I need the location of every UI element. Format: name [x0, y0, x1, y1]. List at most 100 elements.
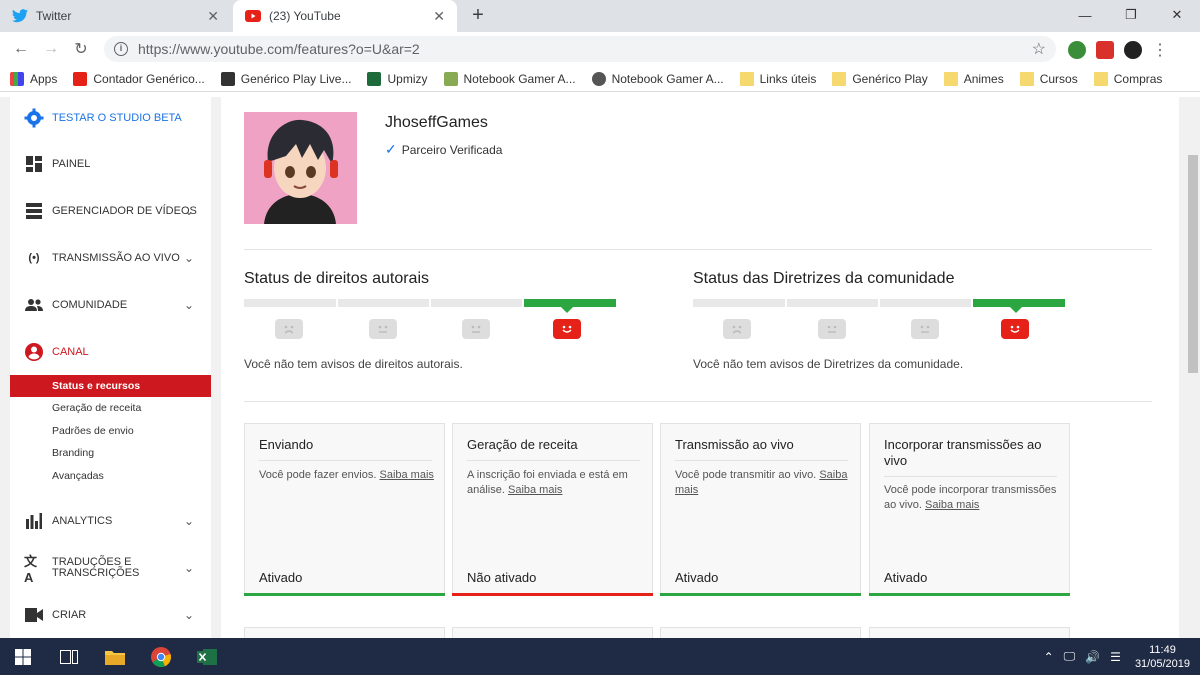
bookmark-folder[interactable]: Genérico Play — [832, 71, 928, 86]
sidebar-item-studio-beta[interactable]: TESTAR O STUDIO BETA — [10, 103, 211, 133]
learn-more-link[interactable]: Saiba mais — [925, 499, 979, 511]
tab-label: Twitter — [36, 9, 72, 23]
youtube-icon — [245, 8, 261, 24]
back-arrow-icon[interactable]: ← — [6, 34, 36, 64]
sidebar-item-criar[interactable]: CRIAR ⌄ — [10, 600, 211, 630]
card-description: Você pode incorporar transmissões ao viv… — [884, 483, 1062, 513]
strike-bar-segment — [338, 299, 429, 307]
sidebar-subitem-geracao[interactable]: Geração de receita — [10, 397, 211, 419]
tab-label: (23) YouTube — [269, 9, 341, 23]
sidebar-subitem-padroes[interactable]: Padrões de envio — [10, 420, 211, 442]
windows-start-icon[interactable] — [0, 638, 46, 675]
bookmark-star-icon[interactable]: ☆ — [1032, 39, 1046, 59]
channel-name[interactable]: JhoseffGames — [385, 114, 488, 132]
restore-icon[interactable]: ❐ — [1108, 0, 1154, 30]
sidebar-subitem-avancadas[interactable]: Avançadas — [10, 465, 211, 487]
close-tab-icon[interactable]: ✕ — [207, 8, 219, 25]
twitter-icon — [12, 8, 28, 24]
sidebar-subitem-label: Status e recursos — [52, 380, 141, 392]
sidebar-item-comunidade[interactable]: COMUNIDADE ⌄ — [10, 290, 211, 320]
site-favicon-icon — [443, 71, 458, 86]
bookmark-item[interactable]: Upmizy — [367, 71, 428, 86]
chrome-icon[interactable] — [138, 638, 184, 675]
globe-icon — [591, 71, 606, 86]
sidebar-item-label: PAINEL — [52, 158, 91, 170]
extension-tb-icon[interactable] — [1096, 41, 1114, 59]
menu-dots-icon[interactable]: ⋮ — [1152, 40, 1168, 60]
profile-avatar-icon[interactable] — [1124, 41, 1142, 59]
copyright-status-note: Você não tem avisos de direitos autorais… — [244, 357, 463, 371]
bookmark-folder[interactable]: Compras — [1093, 71, 1162, 86]
chevron-up-icon[interactable]: ⌃ — [1044, 650, 1054, 664]
sidebar-item-transmissao[interactable]: (•) TRANSMISSÃO AO VIVO ⌄ — [10, 243, 211, 273]
strike-bar-segment — [880, 299, 971, 307]
current-level-pointer — [561, 307, 573, 313]
sidebar-subitem-branding[interactable]: Branding — [10, 442, 211, 464]
sad-face-icon — [723, 319, 751, 339]
address-bar[interactable]: i https://www.youtube.com/features?o=U&a… — [104, 36, 1056, 62]
bookmark-label: Upmizy — [387, 71, 428, 86]
happy-face-icon — [1001, 319, 1029, 339]
sidebar-item-canal[interactable]: CANAL — [10, 337, 211, 367]
chevron-down-icon: ⌄ — [184, 561, 195, 575]
extension-globe-icon[interactable] — [1068, 41, 1086, 59]
bookmark-item[interactable]: Contador Genérico... — [73, 71, 205, 86]
clock-time: 11:49 — [1149, 643, 1176, 656]
bookmark-item[interactable]: Notebook Gamer A... — [443, 71, 576, 86]
learn-more-link[interactable]: Saiba mais — [508, 484, 562, 496]
people-icon — [24, 295, 44, 315]
reload-icon[interactable]: ↻ — [66, 34, 96, 64]
bookmark-apps[interactable]: Apps — [10, 71, 57, 86]
feature-card-partial — [869, 627, 1070, 638]
notifications-icon[interactable]: ☰ — [1110, 650, 1121, 664]
bookmark-item[interactable]: Genérico Play Live... — [220, 71, 351, 86]
forward-arrow-icon[interactable]: → — [36, 34, 66, 64]
file-explorer-icon[interactable] — [92, 638, 138, 675]
card-desc-text: Você pode transmitir ao vivo. — [675, 469, 817, 481]
sidebar-item-gerenciador[interactable]: GERENCIADOR DE VÍDEOS ⌄ — [10, 196, 211, 226]
scrollbar-thumb[interactable] — [1188, 155, 1198, 373]
close-tab-icon[interactable]: ✕ — [433, 8, 445, 25]
close-window-icon[interactable]: ✕ — [1154, 0, 1200, 30]
tab-twitter[interactable]: Twitter ✕ — [0, 0, 231, 32]
sidebar-item-label: TESTAR O STUDIO BETA — [52, 112, 182, 124]
sidebar-subitem-status[interactable]: Status e recursos — [10, 375, 211, 397]
system-tray: ⌃ 🖵 🔊 ☰ 11:49 31/05/2019 — [1034, 638, 1190, 675]
verified-partner-badge: ✓ Parceiro Verificada — [385, 141, 502, 158]
bookmark-folder[interactable]: Animes — [943, 71, 1004, 86]
sidebar-item-label: CANAL — [52, 346, 89, 358]
task-view-icon[interactable] — [46, 638, 92, 675]
community-status-note: Você não tem avisos de Diretrizes da com… — [693, 357, 964, 371]
network-icon[interactable]: 🖵 — [1064, 649, 1076, 664]
browser-toolbar: ← → ↻ i https://www.youtube.com/features… — [0, 32, 1200, 66]
strike-bar-segment — [693, 299, 785, 307]
card-desc-text: Você pode fazer envios. — [259, 469, 377, 481]
sidebar-subitem-label: Avançadas — [52, 470, 104, 482]
card-divider — [675, 460, 848, 461]
video-camera-icon — [24, 605, 44, 625]
site-info-icon[interactable]: i — [114, 42, 128, 56]
sidebar-item-label: TRANSMISSÃO AO VIVO — [52, 252, 180, 264]
card-description: Você pode fazer envios. Saiba mais — [259, 468, 437, 483]
youtube-page: TESTAR O STUDIO BETA PAINEL GERENCIADOR … — [0, 97, 1200, 638]
sidebar-item-painel[interactable]: PAINEL — [10, 149, 211, 179]
volume-icon[interactable]: 🔊 — [1085, 650, 1100, 664]
tab-youtube[interactable]: (23) YouTube ✕ — [233, 0, 457, 32]
clock[interactable]: 11:49 31/05/2019 — [1135, 643, 1190, 671]
bookmark-folder[interactable]: Links úteis — [739, 71, 816, 86]
page-scrollbar[interactable] — [1186, 97, 1200, 638]
channel-avatar[interactable] — [244, 112, 357, 224]
sidebar-item-label: ANALYTICS — [52, 515, 113, 527]
new-tab-button[interactable]: + — [466, 4, 490, 28]
checkmark-icon: ✓ — [385, 141, 397, 157]
excel-icon[interactable] — [184, 638, 230, 675]
sidebar-item-analytics[interactable]: ANALYTICS ⌄ — [10, 506, 211, 536]
strike-bar-segment — [787, 299, 878, 307]
sidebar-item-traducoes[interactable]: 文A TRADUÇÕES E TRANSCRIÇÕES ⌄ — [10, 553, 211, 585]
minimize-icon[interactable]: — — [1062, 0, 1108, 30]
bookmark-folder[interactable]: Cursos — [1019, 71, 1078, 86]
site-favicon-icon — [220, 71, 235, 86]
bookmark-item[interactable]: Notebook Gamer A... — [591, 71, 724, 86]
learn-more-link[interactable]: Saiba mais — [379, 469, 433, 481]
folder-icon — [1019, 71, 1034, 86]
